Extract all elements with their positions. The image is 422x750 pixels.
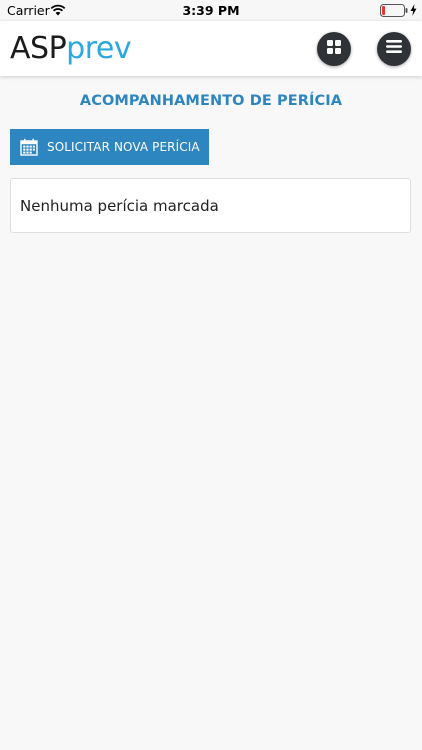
status-bar: Carrier 3:39 PM xyxy=(0,0,422,21)
logo-text-asp: ASP xyxy=(10,31,67,66)
page-title: ACOMPANHAMENTO DE PERÍCIA xyxy=(79,93,343,109)
calendar-icon xyxy=(20,138,38,156)
grid-menu-button[interactable] xyxy=(317,32,351,66)
battery-icon xyxy=(380,4,408,17)
hamburger-icon xyxy=(386,40,402,58)
hamburger-menu-button[interactable] xyxy=(377,32,411,66)
charging-bolt-icon xyxy=(410,4,417,16)
app-logo[interactable]: ASPprev xyxy=(10,31,132,66)
grid-icon xyxy=(327,39,341,59)
logo-text-prev: prev xyxy=(66,31,132,66)
app-header: ASPprev xyxy=(0,21,422,76)
empty-state-message: Nenhuma perícia marcada xyxy=(20,196,219,215)
request-new-pericia-button[interactable]: SOLICITAR NOVA PERÍCIA xyxy=(10,129,209,165)
empty-state-card: Nenhuma perícia marcada xyxy=(10,178,411,233)
request-new-pericia-label: SOLICITAR NOVA PERÍCIA xyxy=(47,140,200,154)
status-time: 3:39 PM xyxy=(182,3,240,18)
